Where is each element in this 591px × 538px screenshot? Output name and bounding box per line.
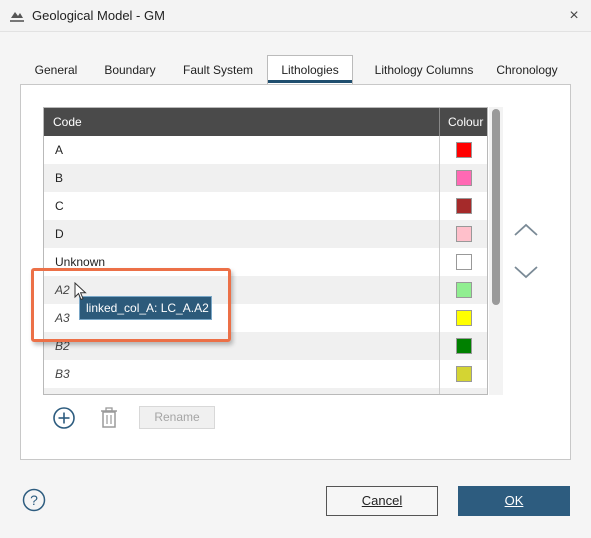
colour-swatch[interactable]	[456, 282, 472, 298]
ok-button[interactable]: OK	[458, 486, 570, 516]
delete-lithology-button[interactable]	[98, 406, 120, 430]
tab-lithologies[interactable]: Lithologies	[267, 55, 353, 85]
colour-swatch[interactable]	[456, 142, 472, 158]
help-button[interactable]: ?	[22, 488, 46, 512]
trash-icon	[101, 407, 117, 428]
mouse-pointer-icon	[74, 282, 87, 301]
add-lithology-button[interactable]	[52, 406, 76, 430]
table-row[interactable]: B3	[44, 360, 487, 388]
code-cell: B	[55, 171, 64, 185]
tab-chronology[interactable]: Chronology	[487, 56, 567, 84]
tab-boundary[interactable]: Boundary	[93, 56, 167, 84]
colour-swatch[interactable]	[456, 170, 472, 186]
table-row[interactable]: C	[44, 192, 487, 220]
colour-cell	[439, 332, 487, 360]
add-icon	[53, 407, 75, 429]
highlight-box	[31, 268, 231, 342]
cancel-button[interactable]: Cancel	[326, 486, 438, 516]
table-row[interactable]: D	[44, 220, 487, 248]
close-icon: ×	[569, 7, 579, 24]
colour-swatch[interactable]	[456, 198, 472, 214]
column-header-colour[interactable]: Colour	[439, 108, 487, 136]
tab-lithology-columns[interactable]: Lithology Columns	[359, 56, 489, 84]
colour-swatch[interactable]	[456, 254, 472, 270]
colour-swatch[interactable]	[456, 226, 472, 242]
colour-cell	[439, 248, 487, 276]
table-scrollbar[interactable]	[489, 107, 503, 395]
help-label: ?	[30, 492, 38, 508]
colour-cell	[439, 360, 487, 388]
colour-cell	[439, 304, 487, 332]
tab-general[interactable]: General	[21, 56, 91, 84]
code-cell: Unknown	[55, 255, 106, 269]
table-row[interactable]: A	[44, 136, 487, 164]
table-row[interactable]: B	[44, 164, 487, 192]
column-header-code[interactable]: Code	[53, 115, 82, 129]
code-cell: C	[55, 199, 64, 213]
table-header: Code Colour	[44, 108, 487, 136]
colour-cell	[439, 220, 487, 248]
move-up-button[interactable]	[512, 218, 540, 242]
chevron-down-icon	[514, 266, 538, 279]
colour-swatch[interactable]	[456, 394, 472, 395]
colour-swatch[interactable]	[456, 338, 472, 354]
colour-cell	[439, 136, 487, 164]
window-title: Geological Model - GM	[32, 8, 165, 23]
title-bar: Geological Model - GM ×	[0, 0, 591, 32]
colour-swatch[interactable]	[456, 366, 472, 382]
scrollbar-thumb[interactable]	[492, 109, 500, 305]
colour-cell	[439, 276, 487, 304]
move-down-button[interactable]	[512, 260, 540, 284]
close-button[interactable]: ×	[562, 4, 586, 28]
app-icon	[10, 12, 24, 22]
colour-swatch[interactable]	[456, 310, 472, 326]
code-cell: B3	[55, 367, 70, 381]
colour-cell	[439, 192, 487, 220]
colour-cell	[439, 164, 487, 192]
lithologies-table: Code Colour A B C D Unknown A2 A3 B2 B3	[43, 107, 488, 395]
tab-fault-system[interactable]: Fault System	[171, 56, 265, 84]
code-cell: D	[55, 227, 64, 241]
colour-cell	[439, 388, 487, 395]
table-row[interactable]	[44, 388, 487, 395]
chevron-up-icon	[514, 223, 538, 236]
code-cell: A	[55, 143, 64, 157]
tab-bar: General Boundary Fault System Lithologie…	[21, 55, 571, 85]
rename-button[interactable]: Rename	[139, 406, 215, 429]
